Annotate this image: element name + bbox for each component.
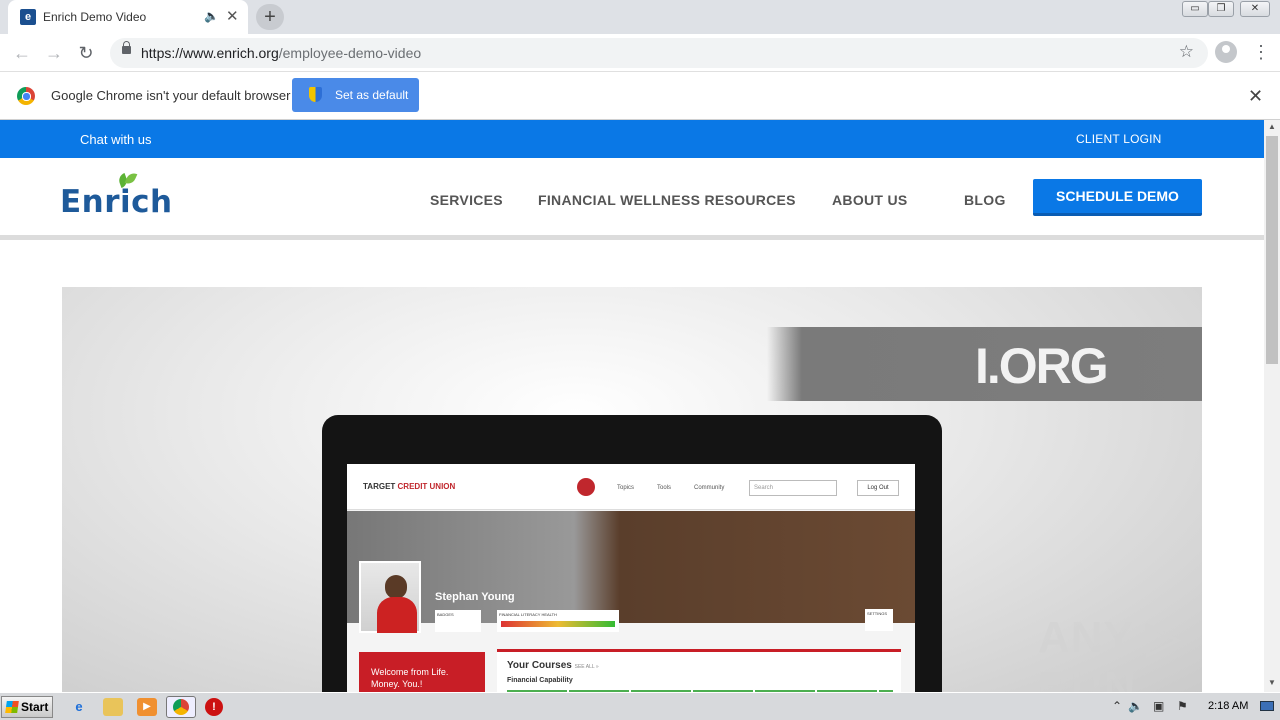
video-org-banner: I.ORG xyxy=(767,327,1202,401)
chat-with-us-link[interactable]: Chat with us xyxy=(80,132,152,147)
uac-shield-icon xyxy=(309,87,322,102)
speaker-icon[interactable]: 🔈 xyxy=(204,9,219,23)
demo-video-player[interactable]: I.ORG TARGET CREDIT UNION Topics Tools C… xyxy=(62,287,1202,692)
browser-tab[interactable]: e Enrich Demo Video 🔈 ✕ xyxy=(8,0,248,34)
screen-courses-title-text: Your Courses xyxy=(507,660,572,671)
windows-logo-icon xyxy=(5,701,19,713)
chrome-menu-icon[interactable]: ⋮ xyxy=(1252,42,1270,63)
site-topbar: Chat with us CLIENT LOGIN xyxy=(0,120,1264,158)
screen-user-photo xyxy=(359,561,421,633)
network-icon[interactable]: ▣ xyxy=(1153,699,1164,713)
new-tab-button[interactable]: + xyxy=(256,4,284,30)
scroll-down-arrow-icon[interactable]: ▼ xyxy=(1268,678,1276,687)
enrich-logo[interactable]: Enrich xyxy=(60,184,173,220)
tray-expand-icon[interactable]: ⌃ xyxy=(1112,699,1122,713)
screen-settings-label: SETTINGS xyxy=(867,611,888,616)
media-player-icon[interactable]: ▶ xyxy=(137,698,157,716)
screen-health-meter xyxy=(501,621,615,627)
laptop-screen: TARGET CREDIT UNION Topics Tools Communi… xyxy=(347,464,915,692)
show-desktop-icon[interactable] xyxy=(1260,701,1274,711)
reload-button[interactable]: ↻ xyxy=(74,41,98,65)
opera-icon[interactable]: ! xyxy=(205,698,223,716)
set-as-default-button[interactable]: Set as default xyxy=(292,78,419,112)
screen-badges-card: BADGES xyxy=(435,610,481,632)
screen-user-head xyxy=(385,575,407,599)
screen-courses-title: Your Courses SEE ALL » xyxy=(507,660,891,671)
screen-user-name: Stephan Young xyxy=(435,591,515,603)
screen-hero-image xyxy=(347,511,915,623)
client-login-link[interactable]: CLIENT LOGIN xyxy=(1076,132,1162,146)
screen-nav-topics: Topics xyxy=(617,485,635,491)
screen-logout-button: Log Out xyxy=(857,480,899,496)
screen-brand: TARGET CREDIT UNION xyxy=(363,482,455,491)
url-path: /employee-demo-video xyxy=(278,45,422,61)
close-window-button[interactable]: ✕ xyxy=(1240,1,1270,17)
action-center-flag-icon[interactable]: ⚑ xyxy=(1177,699,1188,713)
chrome-logo-icon xyxy=(17,87,35,105)
screen-brand-main: TARGET xyxy=(363,482,396,491)
schedule-demo-button[interactable]: SCHEDULE DEMO xyxy=(1033,179,1202,216)
chrome-taskbar-button[interactable] xyxy=(166,696,196,718)
url-host: https://www.enrich.org xyxy=(141,45,279,61)
screen-settings-card: SETTINGS xyxy=(865,609,893,631)
scroll-up-arrow-icon[interactable]: ▲ xyxy=(1268,122,1276,131)
screen-welcome-card: Welcome from Life. Money. You.! xyxy=(359,652,485,692)
anyrun-watermark: ANY ▷ RUN xyxy=(1038,613,1182,692)
windows-taskbar: Start e ▶ ! ⌃ 🔈 ▣ ⚑ 2:18 AM xyxy=(0,692,1280,720)
screen-nav-community: Community xyxy=(694,485,725,491)
nav-services[interactable]: SERVICES xyxy=(430,192,503,208)
lock-icon[interactable] xyxy=(122,41,131,54)
chrome-taskbar-icon xyxy=(173,699,189,715)
profile-avatar-icon[interactable] xyxy=(1215,41,1237,63)
video-banner-text: I.ORG xyxy=(975,338,1109,394)
site-header: Enrich SERVICES FINANCIAL WELLNESS RESOU… xyxy=(0,158,1264,240)
screen-badges-label: BADGES xyxy=(437,612,454,617)
screen-nav-tools: Tools xyxy=(657,485,672,491)
start-label: Start xyxy=(21,700,49,714)
enrich-favicon-icon: e xyxy=(20,9,36,25)
screen-health-card: FINANCIAL LITERACY HEALTH xyxy=(497,610,619,632)
infobar-close-icon[interactable]: ✕ xyxy=(1248,86,1263,107)
volume-icon[interactable]: 🔈 xyxy=(1128,699,1143,713)
forward-button[interactable]: → xyxy=(42,41,66,65)
scrollbar-thumb[interactable] xyxy=(1266,136,1278,364)
nav-financial-wellness-resources[interactable]: FINANCIAL WELLNESS RESOURCES xyxy=(538,192,796,208)
tab-title: Enrich Demo Video xyxy=(43,10,147,24)
screen-search-field: Search xyxy=(749,480,837,496)
bookmark-star-icon[interactable]: ☆ xyxy=(1179,42,1194,62)
default-browser-infobar: Google Chrome isn't your default browser… xyxy=(0,72,1280,120)
screen-health-label: FINANCIAL LITERACY HEALTH xyxy=(499,612,557,617)
screen-logo-icon xyxy=(577,478,595,496)
web-page: Chat with us CLIENT LOGIN Enrich SERVICE… xyxy=(0,120,1264,692)
internet-explorer-icon[interactable]: e xyxy=(69,698,89,716)
file-explorer-icon[interactable] xyxy=(103,698,123,716)
nav-about-us[interactable]: ABOUT US xyxy=(832,192,908,208)
start-button[interactable]: Start xyxy=(1,696,53,718)
vertical-scrollbar[interactable]: ▲ ▼ xyxy=(1264,120,1280,692)
screen-user-body xyxy=(377,597,417,633)
browser-toolbar: ← → ↻ https://www.enrich.org/employee-de… xyxy=(0,34,1280,72)
restore-button[interactable]: ❐ xyxy=(1208,1,1234,17)
screen-course-name: Financial Capability xyxy=(507,677,573,684)
nav-blog[interactable]: BLOG xyxy=(964,192,1006,208)
taskbar-clock[interactable]: 2:18 AM xyxy=(1208,700,1248,712)
screen-brand-accent: CREDIT UNION xyxy=(395,482,456,491)
address-bar[interactable]: https://www.enrich.org/employee-demo-vid… xyxy=(110,38,1208,68)
url-text[interactable]: https://www.enrich.org/employee-demo-vid… xyxy=(141,45,421,61)
screen-courses-link: SEE ALL » xyxy=(574,664,599,670)
infobar-message: Google Chrome isn't your default browser xyxy=(51,88,291,103)
close-tab-icon[interactable]: ✕ xyxy=(226,7,239,25)
back-button[interactable]: ← xyxy=(10,41,34,65)
laptop-frame: TARGET CREDIT UNION Topics Tools Communi… xyxy=(322,415,942,692)
screen-courses-card: Your Courses SEE ALL » Financial Capabil… xyxy=(497,649,901,692)
minimize-button[interactable]: ▭ xyxy=(1182,1,1208,17)
set-as-default-label: Set as default xyxy=(335,88,409,102)
tab-strip: e Enrich Demo Video 🔈 ✕ + ▭ ❐ ✕ xyxy=(0,0,1280,34)
screen-topbar: TARGET CREDIT UNION Topics Tools Communi… xyxy=(347,464,915,510)
